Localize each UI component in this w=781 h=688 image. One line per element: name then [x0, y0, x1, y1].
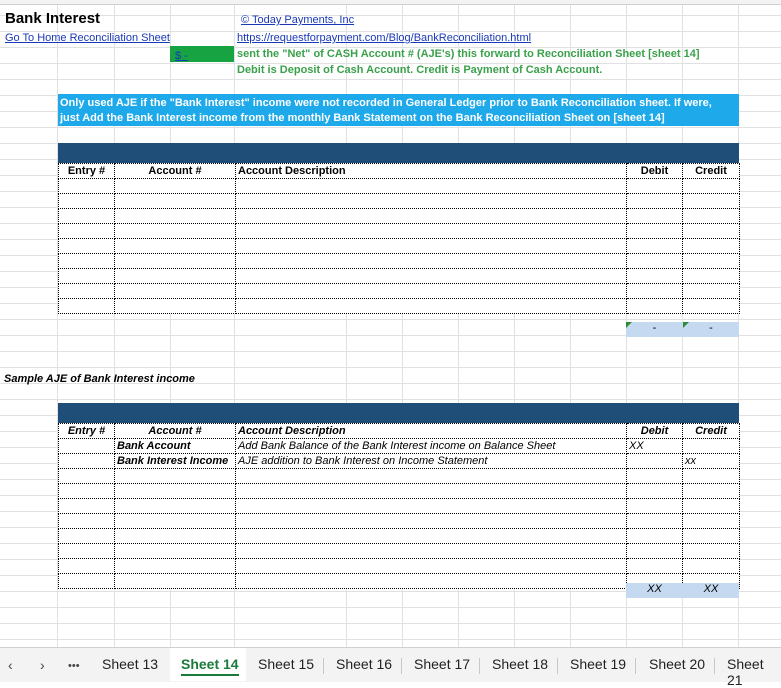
- tab-separator: [557, 658, 558, 674]
- header-credit: Credit: [682, 163, 740, 179]
- table2-total-debit[interactable]: XX: [626, 583, 683, 598]
- account-cell[interactable]: Bank Account: [114, 438, 236, 454]
- header-entry: Entry #: [58, 163, 115, 179]
- tab-sheet-20[interactable]: Sheet 20: [649, 656, 705, 672]
- total-debit-value: -: [652, 322, 657, 334]
- info-box: Only used AJE if the "Bank Interest" inc…: [58, 94, 739, 126]
- tab-separator: [401, 658, 402, 674]
- info-line-2: just Add the Bank Interest income from t…: [60, 112, 665, 124]
- home-reconciliation-link[interactable]: Go To Home Reconciliation Sheet: [5, 32, 170, 44]
- net-cash-cell[interactable]: $ -: [170, 46, 234, 62]
- chevron-left-icon[interactable]: ‹: [8, 657, 13, 673]
- description-cell[interactable]: AJE addition to Bank Interest on Income …: [235, 453, 627, 469]
- tab-sheet-18[interactable]: Sheet 18: [492, 656, 548, 672]
- header-account: Account #: [114, 163, 236, 179]
- sample-aje-table[interactable]: Entry # Account # Account Description De…: [58, 423, 740, 589]
- table-row[interactable]: Bank Account Add Bank Balance of the Ban…: [58, 438, 740, 454]
- tab-sheet-17[interactable]: Sheet 17: [414, 656, 470, 672]
- table-row[interactable]: [58, 513, 740, 529]
- table1-header-bar: [58, 143, 739, 163]
- header-description: Account Description: [235, 423, 627, 439]
- entry-cell[interactable]: [58, 453, 115, 469]
- table-row[interactable]: [58, 193, 740, 209]
- table-row[interactable]: [58, 558, 740, 574]
- tab-separator: [479, 658, 480, 674]
- blog-link[interactable]: https://requestforpayment.com/Blog/BankR…: [237, 32, 531, 44]
- sample-label: Sample AJE of Bank Interest income: [4, 373, 195, 385]
- table-row[interactable]: [58, 528, 740, 544]
- formula-indicator-icon: [683, 322, 689, 328]
- entry-cell[interactable]: [58, 438, 115, 454]
- total-credit-value: -: [709, 322, 713, 334]
- tab-sheet-21[interactable]: Sheet 21: [727, 656, 781, 688]
- table-row[interactable]: [58, 208, 740, 224]
- table-row[interactable]: [58, 253, 740, 269]
- total-credit-value: XX: [703, 583, 719, 595]
- account-cell[interactable]: Bank Interest Income: [114, 453, 236, 469]
- note-line-2: Debit is Deposit of Cash Account. Credit…: [237, 64, 603, 76]
- table1-total-debit[interactable]: -: [626, 322, 683, 337]
- formula-indicator-icon: [626, 322, 632, 328]
- header-debit: Debit: [626, 423, 683, 439]
- header-description: Account Description: [235, 163, 627, 179]
- note-line-1: sent the "Net" of CASH Account # (AJE's)…: [237, 48, 700, 60]
- table-row[interactable]: [58, 298, 740, 314]
- table-row[interactable]: [58, 238, 740, 254]
- table-row[interactable]: [58, 483, 740, 499]
- credit-cell[interactable]: xx: [682, 453, 740, 469]
- total-debit-value: XX: [647, 583, 662, 595]
- sheet-tab-bar: ‹ › ••• Sheet 13 Sheet 14 Sheet 15 Sheet…: [0, 647, 781, 688]
- table-row[interactable]: [58, 268, 740, 284]
- tab-sheet-14[interactable]: Sheet 14: [181, 656, 239, 676]
- table1-total-credit[interactable]: -: [683, 322, 739, 337]
- tab-separator: [714, 658, 715, 674]
- tab-separator: [323, 658, 324, 674]
- tab-sheet-13[interactable]: Sheet 13: [102, 656, 158, 672]
- tab-sheet-15[interactable]: Sheet 15: [258, 656, 314, 672]
- table-row[interactable]: Bank Interest Income AJE addition to Ban…: [58, 453, 740, 469]
- info-line-1: Only used AJE if the "Bank Interest" inc…: [60, 97, 712, 109]
- table2-total-credit[interactable]: XX: [683, 583, 739, 598]
- spreadsheet-grid[interactable]: Bank Interest © Today Payments, Inc Go T…: [0, 0, 781, 647]
- tab-sheet-19[interactable]: Sheet 19: [570, 656, 626, 672]
- credit-cell[interactable]: [682, 438, 740, 454]
- table2-header-bar: [58, 403, 739, 423]
- sheet-title: Bank Interest: [5, 10, 101, 27]
- tab-sheet-16[interactable]: Sheet 16: [336, 656, 392, 672]
- table-row[interactable]: [58, 498, 740, 514]
- description-cell[interactable]: Add Bank Balance of the Bank Interest in…: [235, 438, 627, 454]
- table-row[interactable]: [58, 178, 740, 194]
- net-cash-value: $ -: [175, 50, 188, 62]
- table-row[interactable]: [58, 283, 740, 299]
- header-account: Account #: [114, 423, 236, 439]
- table-row[interactable]: [58, 543, 740, 559]
- debit-cell[interactable]: [626, 453, 683, 469]
- aje-table[interactable]: Entry # Account # Account Description De…: [58, 163, 740, 314]
- column-header-strip: [0, 0, 781, 5]
- header-credit: Credit: [682, 423, 740, 439]
- table-row[interactable]: [58, 468, 740, 484]
- more-tabs-button[interactable]: •••: [68, 660, 80, 672]
- tab-separator: [635, 658, 636, 674]
- chevron-right-icon[interactable]: ›: [40, 657, 45, 673]
- table-row[interactable]: [58, 223, 740, 239]
- debit-cell[interactable]: XX: [626, 438, 683, 454]
- header-debit: Debit: [626, 163, 683, 179]
- copyright-link[interactable]: © Today Payments, Inc: [241, 14, 354, 26]
- header-entry: Entry #: [58, 423, 115, 439]
